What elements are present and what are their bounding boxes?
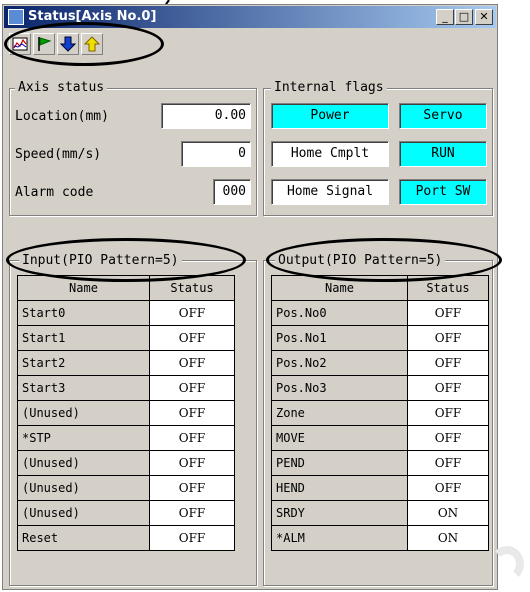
output-row: MOVE OFF [271,425,489,451]
internal-flags-label: Internal flags [271,81,387,95]
output-row: Pos.No1 OFF [271,325,489,351]
output-row: Pos.No2 OFF [271,350,489,376]
annotation-ellipse-input [6,238,246,282]
input-row: (Unused) OFF [17,475,235,501]
speed-value: 0 [181,141,251,167]
input-table: Name Status Start0 OFF Start1 OFF Start2 OFF S… [17,275,235,551]
input-signal-name: Start1 [17,325,150,351]
annotation-ellipse-toolbar [4,22,164,66]
input-signal-status: OFF [149,400,235,426]
app-icon [8,9,24,25]
input-row: Reset OFF [17,525,235,551]
input-signal-status: OFF [149,500,235,526]
output-signal-status: OFF [407,375,489,401]
output-row: Pos.No0 OFF [271,300,489,326]
input-signal-name: Start2 [17,350,150,376]
input-row: (Unused) OFF [17,450,235,476]
output-row: SRDY ON [271,500,489,526]
output-signal-status: OFF [407,425,489,451]
flag-servo: Servo [399,103,487,129]
input-signal-status: OFF [149,375,235,401]
input-row: Start1 OFF [17,325,235,351]
input-row: (Unused) OFF [17,400,235,426]
maximize-button[interactable]: □ [455,9,473,25]
status-window: Status[Axis No.0] _ □ ✕ Axis status Loca… [2,4,498,590]
flag-home-signal: Home Signal [271,179,389,205]
location-value: 0.00 [161,103,251,129]
output-signal-name: MOVE [271,425,408,451]
output-row: *ALM ON [271,525,489,551]
input-signal-name: (Unused) [17,475,150,501]
flag-home-cmplt: Home Cmplt [271,141,389,167]
input-signal-status: OFF [149,450,235,476]
output-signal-status: ON [407,500,489,526]
input-signal-status: OFF [149,325,235,351]
input-signal-name: (Unused) [17,400,150,426]
output-signal-name: *ALM [271,525,408,551]
input-signal-name: *STP [17,425,150,451]
input-row: *STP OFF [17,425,235,451]
output-signal-name: Pos.No3 [271,375,408,401]
input-signal-status: OFF [149,300,235,326]
input-signal-status: OFF [149,525,235,551]
output-row: PEND OFF [271,450,489,476]
output-signal-name: PEND [271,450,408,476]
output-signal-name: SRDY [271,500,408,526]
output-signal-name: Pos.No1 [271,325,408,351]
input-signal-status: OFF [149,475,235,501]
output-signal-name: Pos.No0 [271,300,408,326]
alarm-code-label: Alarm code [15,185,94,200]
input-row: Start2 OFF [17,350,235,376]
flag-power: Power [271,103,389,129]
output-table: Name Status Pos.No0 OFF Pos.No1 OFF Pos.No2 O… [271,275,489,551]
input-row: Start3 OFF [17,375,235,401]
annotation-ellipse-output [266,238,502,282]
output-signal-status: OFF [407,400,489,426]
output-row: HEND OFF [271,475,489,501]
input-signal-name: Reset [17,525,150,551]
output-signal-status: OFF [407,300,489,326]
output-signal-status: OFF [407,450,489,476]
location-label: Location(mm) [15,109,109,124]
speed-label: Speed(mm/s) [15,147,102,162]
output-signal-status: OFF [407,325,489,351]
close-button[interactable]: ✕ [475,9,493,25]
output-row: Zone OFF [271,400,489,426]
input-signal-status: OFF [149,425,235,451]
input-signal-name: Start0 [17,300,150,326]
alarm-code-value: 000 [213,179,251,205]
input-signal-name: (Unused) [17,450,150,476]
minimize-button[interactable]: _ [436,9,454,25]
output-signal-status: OFF [407,350,489,376]
input-signal-status: OFF [149,350,235,376]
watermark-arc [490,546,524,582]
flag-run: RUN [399,141,487,167]
output-signal-name: HEND [271,475,408,501]
output-signal-status: ON [407,525,489,551]
input-signal-name: (Unused) [17,500,150,526]
output-signal-name: Zone [271,400,408,426]
output-signal-name: Pos.No2 [271,350,408,376]
input-row: Start0 OFF [17,300,235,326]
output-row: Pos.No3 OFF [271,375,489,401]
axis-status-label: Axis status [15,81,108,95]
output-signal-status: OFF [407,475,489,501]
flag-port-sw: Port SW [399,179,487,205]
input-signal-name: Start3 [17,375,150,401]
input-row: (Unused) OFF [17,500,235,526]
